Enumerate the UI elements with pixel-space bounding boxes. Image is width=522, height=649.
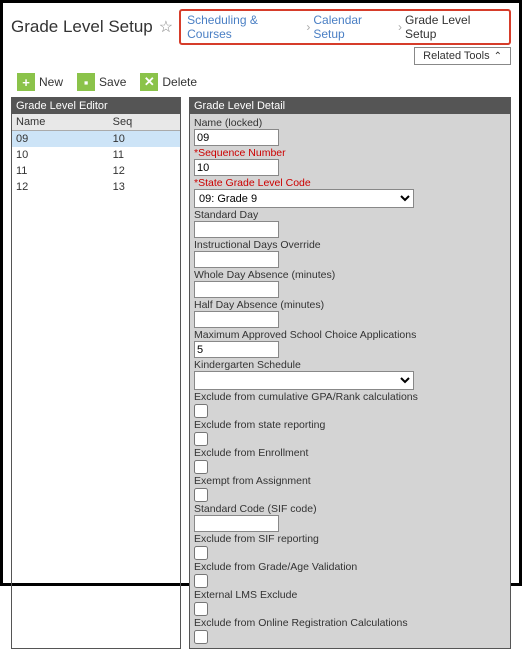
sif-code-input[interactable] xyxy=(194,515,279,532)
seq-label: *Sequence Number xyxy=(194,147,506,159)
grade-level-editor-panel: Grade Level Editor Name Seq 091010111112… xyxy=(11,97,181,649)
table-row[interactable]: 1213 xyxy=(12,179,180,195)
new-label: New xyxy=(39,75,63,89)
favorite-star-icon[interactable]: ☆ xyxy=(159,17,173,37)
editor-header: Grade Level Editor xyxy=(12,98,180,114)
save-label: Save xyxy=(99,75,126,89)
excl-online-checkbox[interactable] xyxy=(194,630,208,644)
excl-sif-label: Exclude from SIF reporting xyxy=(194,533,506,545)
breadcrumb-item[interactable]: Scheduling & Courses xyxy=(187,13,303,41)
instr-days-label: Instructional Days Override xyxy=(194,239,506,251)
breadcrumb-item[interactable]: Calendar Setup xyxy=(313,13,395,41)
col-seq[interactable]: Seq xyxy=(109,114,180,131)
breadcrumb-current: Grade Level Setup xyxy=(405,13,503,41)
table-row[interactable]: 1011 xyxy=(12,147,180,163)
excl-state-label: Exclude from state reporting xyxy=(194,419,506,431)
related-tools-button[interactable]: Related Tools ⌃ xyxy=(414,47,511,65)
half-day-input[interactable] xyxy=(194,311,279,328)
col-name[interactable]: Name xyxy=(12,114,109,131)
delete-label: Delete xyxy=(162,75,197,89)
cell-name: 11 xyxy=(12,163,109,179)
cell-name: 12 xyxy=(12,179,109,195)
chevron-right-icon: › xyxy=(398,20,402,34)
breadcrumb: Scheduling & Courses › Calendar Setup › … xyxy=(179,9,511,45)
whole-day-input[interactable] xyxy=(194,281,279,298)
max-apps-input[interactable] xyxy=(194,341,279,358)
max-apps-label: Maximum Approved School Choice Applicati… xyxy=(194,329,506,341)
grade-level-detail-panel: Grade Level Detail Name (locked) *Sequen… xyxy=(189,97,511,649)
excl-online-label: Exclude from Online Registration Calcula… xyxy=(194,617,506,629)
excl-state-checkbox[interactable] xyxy=(194,432,208,446)
save-button[interactable]: ▪ Save xyxy=(71,71,132,93)
detail-header: Grade Level Detail xyxy=(190,98,510,114)
excl-enroll-label: Exclude from Enrollment xyxy=(194,447,506,459)
toolbar: + New ▪ Save ✕ Delete xyxy=(11,71,511,93)
related-tools-label: Related Tools xyxy=(423,50,489,62)
excl-gradeage-label: Exclude from Grade/Age Validation xyxy=(194,561,506,573)
standard-day-label: Standard Day xyxy=(194,209,506,221)
state-code-label: *State Grade Level Code xyxy=(194,177,506,189)
excl-gpa-checkbox[interactable] xyxy=(194,404,208,418)
kinder-label: Kindergarten Schedule xyxy=(194,359,506,371)
ext-lms-label: External LMS Exclude xyxy=(194,589,506,601)
name-label: Name (locked) xyxy=(194,117,506,129)
page-title: Grade Level Setup xyxy=(11,17,153,37)
cell-name: 10 xyxy=(12,147,109,163)
sif-code-label: Standard Code (SIF code) xyxy=(194,503,506,515)
cell-name: 09 xyxy=(12,131,109,148)
delete-button[interactable]: ✕ Delete xyxy=(134,71,203,93)
grade-level-table: Name Seq 0910101111121213 xyxy=(12,114,180,195)
excl-sif-checkbox[interactable] xyxy=(194,546,208,560)
cell-seq: 12 xyxy=(109,163,180,179)
kinder-select[interactable] xyxy=(194,371,414,390)
delete-icon: ✕ xyxy=(140,73,158,91)
excl-gpa-label: Exclude from cumulative GPA/Rank calcula… xyxy=(194,391,506,403)
cell-seq: 13 xyxy=(109,179,180,195)
standard-day-input[interactable] xyxy=(194,221,279,238)
seq-input[interactable] xyxy=(194,159,279,176)
table-row[interactable]: 1112 xyxy=(12,163,180,179)
exempt-assign-checkbox[interactable] xyxy=(194,488,208,502)
whole-day-label: Whole Day Absence (minutes) xyxy=(194,269,506,281)
ext-lms-checkbox[interactable] xyxy=(194,602,208,616)
save-icon: ▪ xyxy=(77,73,95,91)
plus-icon: + xyxy=(17,73,35,91)
exempt-assign-label: Exempt from Assignment xyxy=(194,475,506,487)
half-day-label: Half Day Absence (minutes) xyxy=(194,299,506,311)
state-code-select[interactable]: 09: Grade 9 xyxy=(194,189,414,208)
cell-seq: 10 xyxy=(109,131,180,148)
name-input[interactable] xyxy=(194,129,279,146)
table-row[interactable]: 0910 xyxy=(12,131,180,148)
cell-seq: 11 xyxy=(109,147,180,163)
instr-days-input[interactable] xyxy=(194,251,279,268)
excl-enroll-checkbox[interactable] xyxy=(194,460,208,474)
chevron-right-icon: › xyxy=(306,20,310,34)
new-button[interactable]: + New xyxy=(11,71,69,93)
chevron-up-icon: ⌃ xyxy=(494,51,502,62)
